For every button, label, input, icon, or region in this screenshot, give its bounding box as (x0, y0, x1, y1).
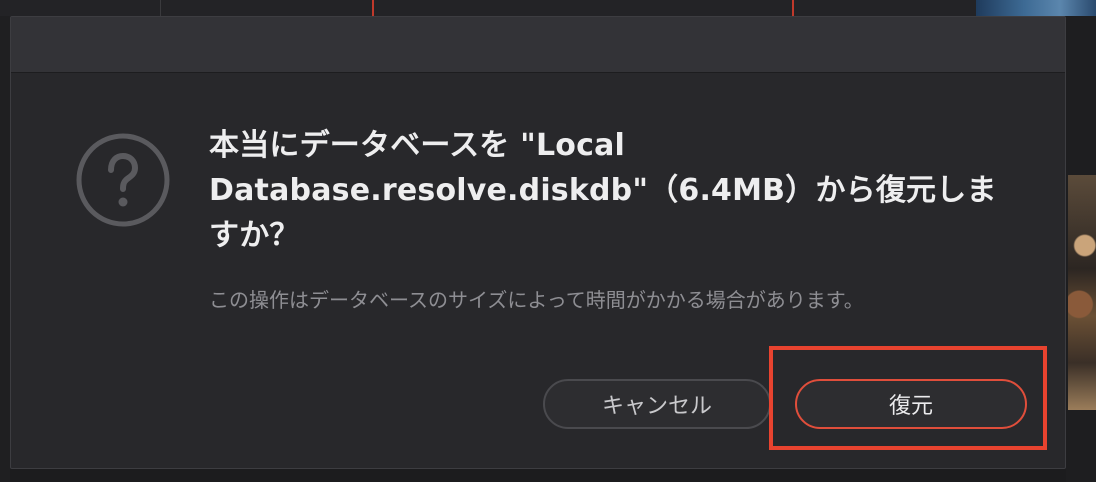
app-window: 本当にデータベースを "Local Database.resolve.diskd… (0, 0, 1096, 482)
cancel-button[interactable]: キャンセル (543, 379, 771, 429)
question-circle-icon (76, 133, 170, 227)
dialog-message-line: 本当にデータベースを "Local (209, 128, 626, 163)
restore-database-dialog: 本当にデータベースを "Local Database.resolve.diskd… (10, 16, 1066, 469)
dialog-titlebar (11, 17, 1065, 73)
background-playhead-marker (372, 0, 374, 16)
background-media-thumbnail (1068, 175, 1096, 410)
dialog-note: この操作はデータベースのサイズによって時間がかかる場合があります。 (209, 288, 864, 312)
background-left-panel (0, 16, 10, 482)
background-playhead-marker (792, 0, 794, 16)
background-thumbnail (976, 0, 1096, 16)
restore-button[interactable]: 復元 (795, 379, 1027, 429)
background-divider (160, 0, 161, 16)
background-timeline-strip (0, 0, 1096, 16)
dialog-message-line: Database.resolve.diskdb"（6.4MB）から復元しますか？ (209, 173, 997, 253)
dialog-message: 本当にデータベースを "Local Database.resolve.diskd… (209, 123, 1009, 258)
